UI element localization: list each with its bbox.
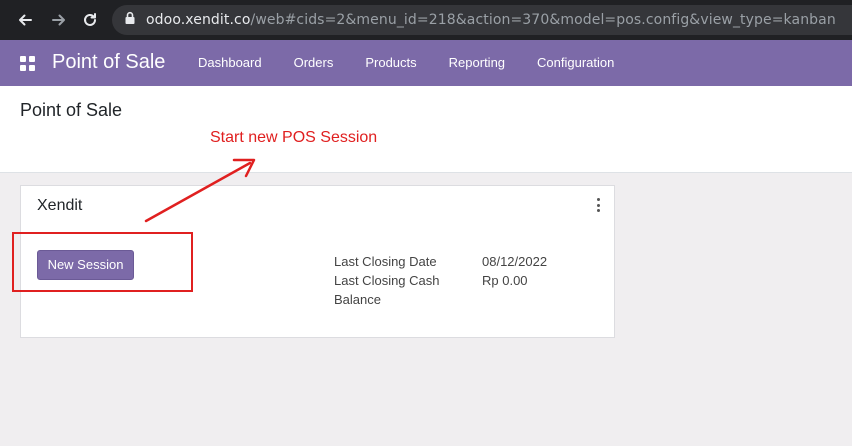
menu-products[interactable]: Products	[349, 40, 432, 86]
breadcrumb: Point of Sale	[20, 100, 123, 120]
main-navbar: Point of Sale Dashboard Orders Products …	[0, 40, 852, 86]
url-host: odoo.xendit.co	[146, 12, 251, 28]
menu-configuration[interactable]: Configuration	[521, 40, 630, 86]
back-icon[interactable]	[12, 7, 38, 33]
info-value: 08/12/2022	[482, 254, 548, 269]
menu-reporting[interactable]: Reporting	[433, 40, 521, 86]
reload-icon[interactable]	[77, 7, 103, 33]
card-title: Xendit	[37, 197, 83, 214]
kebab-menu-icon[interactable]	[596, 198, 600, 212]
kanban-view: Xendit New Session Last Closing Date 08/…	[0, 173, 852, 446]
info-label: Last Closing Cash	[334, 273, 440, 288]
forward-icon[interactable]	[46, 7, 72, 33]
browser-toolbar: odoo.xendit.co/web#cids=2&menu_id=218&ac…	[0, 0, 852, 40]
info-label: Balance	[334, 292, 381, 307]
annotation-text: Start new POS Session	[210, 129, 378, 146]
lock-icon	[124, 11, 136, 30]
address-bar[interactable]: odoo.xendit.co/web#cids=2&menu_id=218&ac…	[112, 5, 852, 35]
url-path: /web#cids=2&menu_id=218&action=370&model…	[250, 12, 836, 28]
app-brand[interactable]: Point of Sale	[52, 51, 165, 74]
info-label: Last Closing Date	[334, 254, 437, 269]
control-panel: Point of Sale	[0, 86, 852, 173]
url-text: odoo.xendit.co/web#cids=2&menu_id=218&ac…	[146, 12, 836, 28]
info-value: Rp 0.00	[482, 273, 528, 288]
menu-dashboard[interactable]: Dashboard	[182, 40, 278, 86]
apps-menu-icon[interactable]	[20, 56, 35, 71]
top-menu: Dashboard Orders Products Reporting Conf…	[182, 40, 630, 86]
annotation-highlight-box	[12, 232, 193, 292]
menu-orders[interactable]: Orders	[278, 40, 350, 86]
